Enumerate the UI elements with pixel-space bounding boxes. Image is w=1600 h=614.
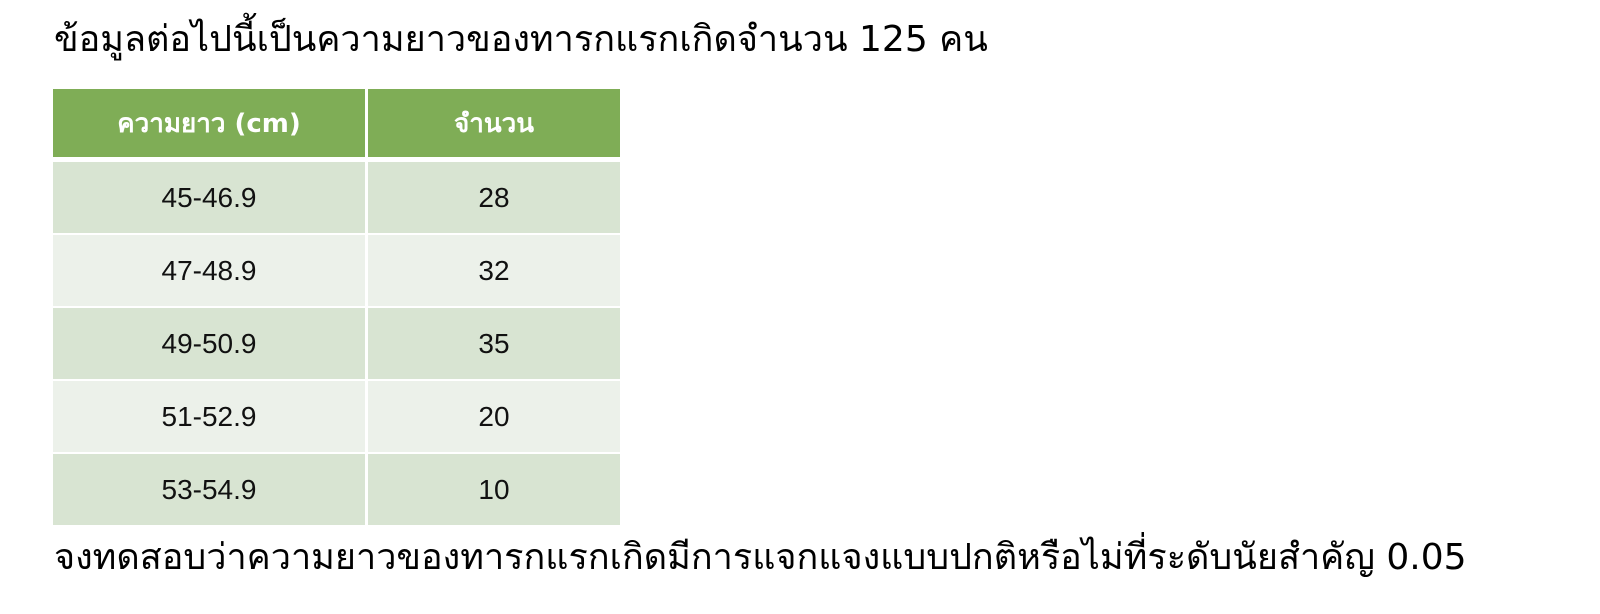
length-cell: 45-46.9 (53, 162, 368, 235)
question-text: จงทดสอบว่าความยาวของทารกแรกเกิดมีการแจกแ… (54, 537, 1467, 578)
length-cell: 49-50.9 (53, 308, 368, 381)
count-cell: 28 (368, 162, 620, 235)
count-cell: 32 (368, 235, 620, 308)
length-cell: 51-52.9 (53, 381, 368, 454)
table-row: 49-50.9 35 (53, 308, 620, 381)
count-cell: 10 (368, 454, 620, 525)
length-cell: 53-54.9 (53, 454, 368, 525)
header-length: ความยาว (cm) (53, 89, 368, 162)
table-row: 51-52.9 20 (53, 381, 620, 454)
count-cell: 35 (368, 308, 620, 381)
table-row: 53-54.9 10 (53, 454, 620, 525)
length-cell: 47-48.9 (53, 235, 368, 308)
table-row: 45-46.9 28 (53, 162, 620, 235)
intro-text: ข้อมูลต่อไปนี้เป็นความยาวของทารกแรกเกิดจ… (54, 19, 988, 60)
count-cell: 20 (368, 381, 620, 454)
table-row: 47-48.9 32 (53, 235, 620, 308)
table-header-row: ความยาว (cm) จำนวน (53, 89, 620, 162)
frequency-table: ความยาว (cm) จำนวน 45-46.9 28 47-48.9 32… (53, 89, 620, 525)
header-count: จำนวน (368, 89, 620, 162)
